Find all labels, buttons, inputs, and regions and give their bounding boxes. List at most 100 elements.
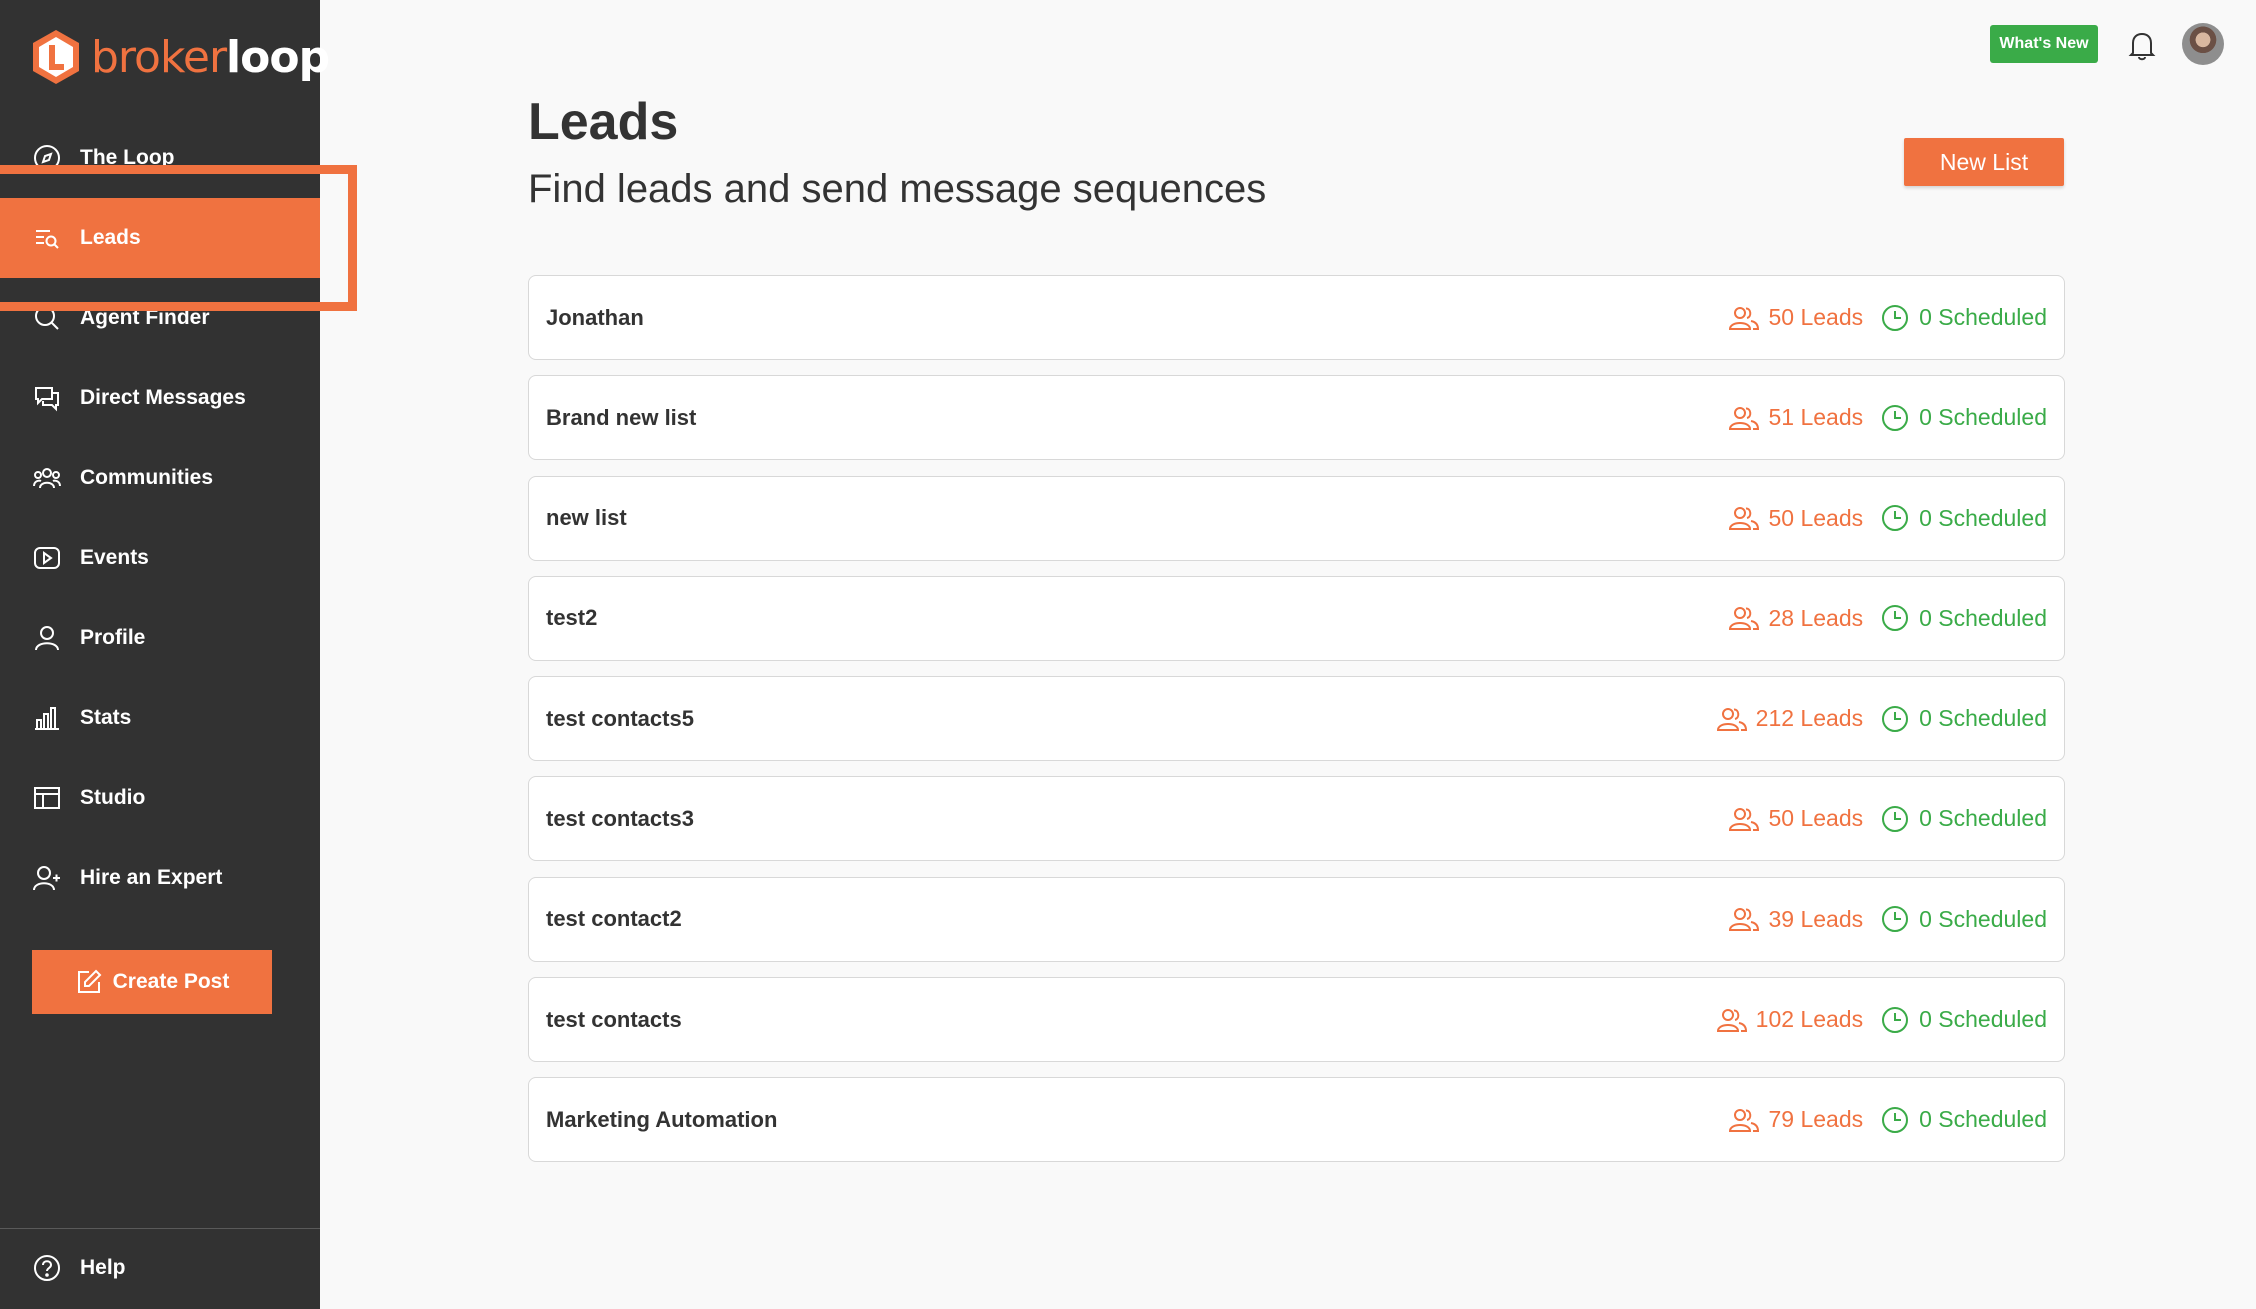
sidebar-item-studio[interactable]: Studio [0,758,320,838]
scheduled-count-label: 0 Scheduled [1919,304,2047,330]
sidebar-item-label: Events [80,546,149,569]
list-name: test contacts [546,1006,682,1032]
scheduled-count: 0 Scheduled [1881,304,2047,332]
play-icon [32,543,62,573]
scheduled-count-label: 0 Scheduled [1919,1106,2047,1133]
sidebar-item-agent-finder[interactable]: Agent Finder [0,278,320,358]
sidebar-item-label: Hire an Expert [80,866,223,889]
sidebar-item-label: Direct Messages [80,386,246,409]
lead-count-label: 50 Leads [1768,504,1864,531]
lead-list-row[interactable]: test contacts 102 Leads 0 Scheduled [528,977,2065,1063]
scheduled-count: 0 Scheduled [1881,1006,2047,1034]
user-avatar[interactable] [2182,23,2224,65]
lead-list-row[interactable]: new list 50 Leads 0 Scheduled [528,475,2065,561]
lead-count: 79 Leads [1728,1106,1863,1134]
clock-icon [1882,304,1909,331]
sidebar-item-label: Profile [80,626,146,649]
people-icon [1729,607,1760,631]
chat-icon [32,383,62,413]
edit-icon [77,969,102,993]
lead-list-row[interactable]: test contact2 39 Leads 0 Scheduled [528,876,2065,962]
search-list-icon [32,223,62,253]
scheduled-count-label: 0 Scheduled [1919,705,2047,732]
sidebar-item-label: Leads [80,226,141,249]
lead-count: 28 Leads [1728,604,1863,632]
lead-list-row[interactable]: Brand new list 51 Leads 0 Scheduled [528,375,2065,461]
sidebar-item-events[interactable]: Events [0,518,320,598]
user-plus-icon [32,863,62,893]
lead-count-label: 212 Leads [1755,705,1864,732]
lead-count-label: 50 Leads [1768,304,1864,330]
sidebar-item-the-loop[interactable]: The Loop [0,118,320,198]
people-icon [1729,908,1760,932]
list-name: Jonathan [546,304,644,330]
scheduled-count: 0 Scheduled [1881,1106,2047,1134]
clock-icon [1882,906,1909,933]
search-icon [32,303,62,333]
scheduled-count: 0 Scheduled [1881,504,2047,532]
list-name: Brand new list [546,404,697,430]
sidebar-item-label: The Loop [80,146,175,169]
sidebar-item-profile[interactable]: Profile [0,598,320,678]
lead-count: 51 Leads [1728,404,1863,432]
sidebar-item-label: Stats [80,706,132,729]
lead-count-label: 28 Leads [1768,604,1864,631]
scheduled-count-label: 0 Scheduled [1919,504,2047,531]
brokerloop-logo[interactable]: brokerloop [31,28,330,86]
lead-list-row[interactable]: test contacts5 212 Leads 0 Scheduled [528,676,2065,762]
list-name: test contacts3 [546,805,694,831]
clock-icon [1882,805,1909,832]
clock-icon [1882,1006,1909,1033]
scheduled-count: 0 Scheduled [1881,404,2047,432]
sidebar: brokerloop The Loop Leads Agent Finder D… [0,0,357,1309]
lead-count-label: 51 Leads [1768,404,1864,431]
people-icon [1729,306,1760,330]
page-subtitle: Find leads and send message sequences [528,167,1267,211]
notification-bell-icon[interactable] [2124,27,2160,63]
logo-mark-icon [33,30,79,84]
scheduled-count-label: 0 Scheduled [1919,905,2047,932]
scheduled-count-label: 0 Scheduled [1919,805,2047,832]
lead-list-row[interactable]: test2 28 Leads 0 Scheduled [528,575,2065,661]
lead-list-row[interactable]: Jonathan 50 Leads 0 Scheduled [528,275,2065,360]
lead-count: 102 Leads [1716,1006,1863,1034]
scheduled-count: 0 Scheduled [1881,705,2047,733]
list-name: test contact2 [546,906,682,932]
whats-new-button[interactable]: What's New [1990,25,2098,63]
sidebar-item-leads[interactable]: Leads [0,198,320,278]
list-name: Marketing Automation [546,1106,778,1132]
create-post-label: Create Post [112,970,230,993]
sidebar-item-stats[interactable]: Stats [0,678,320,758]
people-icon [1729,1108,1760,1132]
scheduled-count-label: 0 Scheduled [1919,604,2047,631]
people-icon [1716,707,1747,731]
clock-icon [1882,404,1909,431]
people-icon [1729,807,1760,831]
bar-chart-icon [32,703,62,733]
lead-lists: Jonathan 50 Leads 0 Scheduled Brand new lis… [528,275,2065,1178]
create-post-button[interactable]: Create Post [32,950,272,1014]
sidebar-item-direct-messages[interactable]: Direct Messages [0,358,320,438]
sidebar-item-communities[interactable]: Communities [0,438,320,518]
sidebar-item-label: Communities [80,466,214,489]
list-name: test2 [546,605,598,631]
lead-count-label: 39 Leads [1768,905,1864,932]
lead-count: 50 Leads [1728,304,1863,332]
lead-count-label: 79 Leads [1768,1106,1864,1133]
scheduled-count: 0 Scheduled [1881,805,2047,833]
lead-count: 39 Leads [1728,905,1863,933]
new-list-button[interactable]: New List [1904,138,2064,186]
scheduled-count: 0 Scheduled [1881,905,2047,933]
sidebar-item-hire-an-expert[interactable]: Hire an Expert [0,838,320,918]
people-icon [1716,1008,1747,1032]
lead-list-row[interactable]: Marketing Automation 79 Leads 0 Scheduled [528,1077,2065,1163]
page-title: Leads [528,93,679,151]
lead-list-row[interactable]: test contacts3 50 Leads 0 Scheduled [528,776,2065,862]
sidebar-item-help[interactable]: Help [0,1228,320,1308]
user-icon [32,623,62,653]
logo-wordmark: brokerloop [91,31,330,83]
lead-count: 50 Leads [1728,805,1863,833]
clock-icon [1882,605,1909,632]
scheduled-count-label: 0 Scheduled [1919,1006,2047,1033]
layout-icon [32,783,62,813]
